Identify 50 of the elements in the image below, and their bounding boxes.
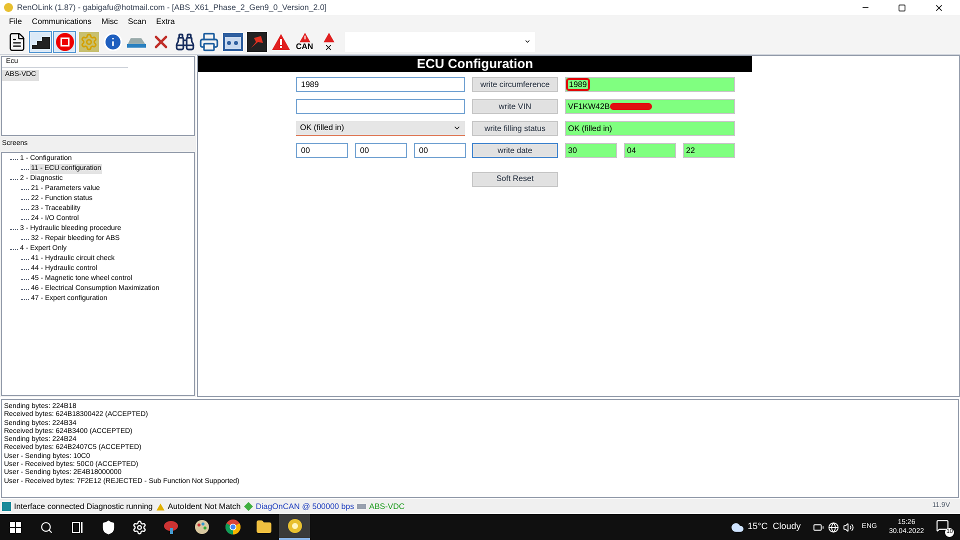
menu-item[interactable]: Misc: [101, 16, 118, 28]
battery-icon: [812, 522, 824, 532]
stairs-icon[interactable]: [29, 30, 52, 52]
menu-item[interactable]: File: [9, 16, 22, 28]
pushpin-icon[interactable]: [245, 30, 268, 52]
network-icon: [2, 502, 11, 511]
volume-icon: [842, 522, 854, 532]
soft-reset-button[interactable]: Soft Reset: [472, 172, 558, 186]
app-icon[interactable]: [279, 514, 310, 540]
status-text: DiagOnCAN @ 500000 bps: [256, 500, 354, 512]
result-field: 1989: [565, 77, 735, 92]
result-field: 30: [565, 143, 617, 158]
control-panel-icon[interactable]: [221, 30, 244, 52]
dropdown-caret-icon: [453, 124, 461, 132]
write-button[interactable]: write VIN: [472, 99, 558, 114]
input-field[interactable]: [296, 99, 465, 114]
weather-text: 15°C Cloudy: [748, 520, 801, 534]
card-icon: [357, 504, 366, 509]
status-text: ABS-VDC: [369, 500, 405, 512]
binoculars-icon[interactable]: [173, 30, 196, 52]
status-text: AutoIdent Not Match: [168, 500, 241, 512]
menu-item[interactable]: Communications: [32, 16, 92, 28]
write-button[interactable]: write filling status: [472, 121, 558, 136]
stop-icon[interactable]: [53, 30, 76, 52]
network-icon: [828, 522, 839, 532]
app-logo-icon: [4, 3, 13, 12]
diamond-icon: [244, 502, 253, 511]
status-dropdown[interactable]: OK (filled in): [296, 121, 465, 136]
printer-icon[interactable]: [197, 30, 220, 52]
write-button[interactable]: write circumference: [472, 77, 558, 92]
menu-item[interactable]: Extra: [156, 16, 175, 28]
close-icon[interactable]: [934, 2, 944, 12]
input-field[interactable]: 00: [355, 143, 407, 158]
input-field[interactable]: 00: [414, 143, 466, 158]
result-field: 04: [624, 143, 676, 158]
result-field: VF1KW42B: [565, 99, 735, 114]
info-icon[interactable]: [101, 30, 124, 52]
dropdown-caret-icon: [524, 38, 531, 45]
maximize-icon[interactable]: [898, 4, 906, 12]
write-button[interactable]: write date: [472, 143, 558, 158]
result-field: OK (filled in): [565, 121, 735, 136]
input-field[interactable]: 00: [296, 143, 348, 158]
input-field[interactable]: 1989: [296, 77, 465, 92]
cloud-icon: [730, 520, 744, 534]
window-title: RenOLink (1.87) - gabigafu@hotmail.com - [ABS_X61_Phase_2_Gen9_0_Version_2.0]: [17, 2, 327, 14]
warning-icon: [156, 502, 165, 510]
result-field: 22: [683, 143, 735, 158]
status-text: Interface connected Diagnostic running: [14, 500, 153, 512]
section-title: ECU Configuration: [198, 56, 752, 72]
menu-item[interactable]: Scan: [128, 16, 146, 28]
